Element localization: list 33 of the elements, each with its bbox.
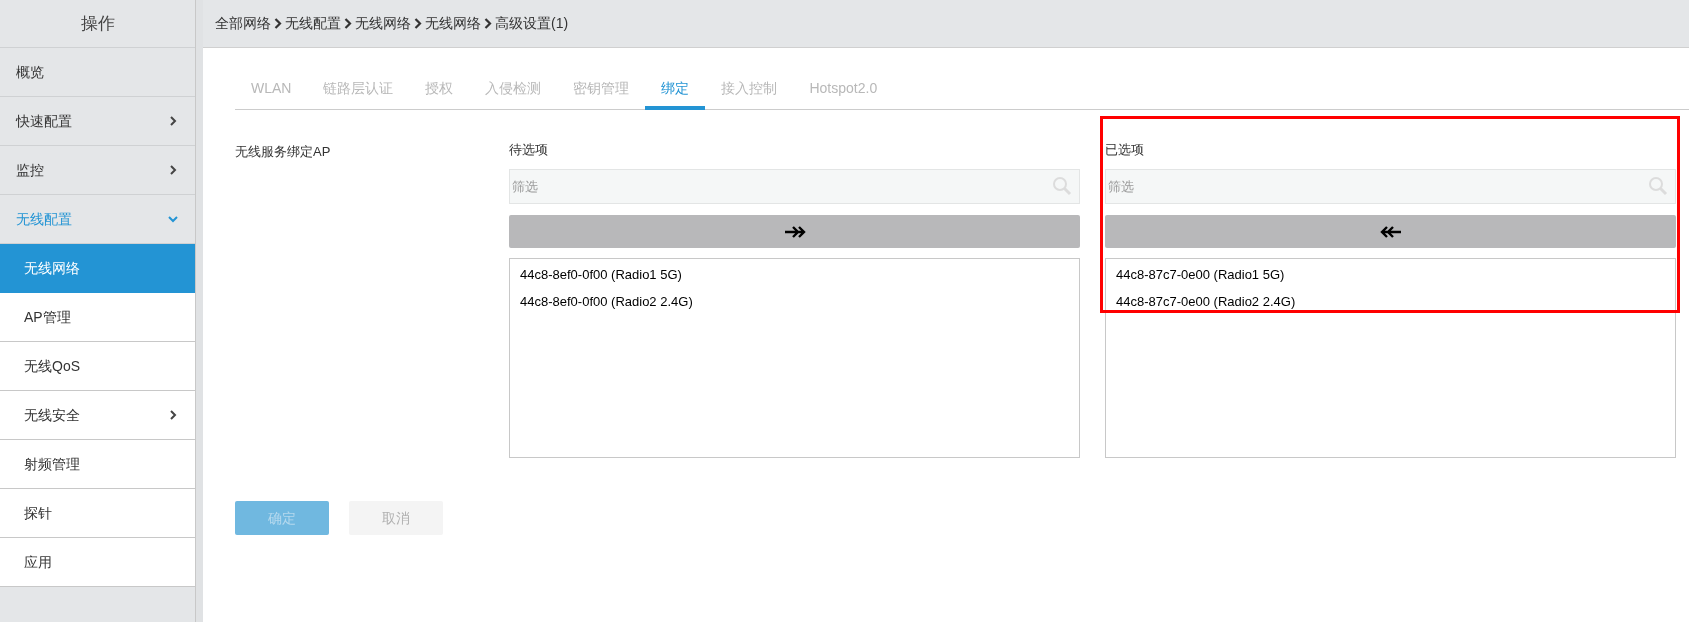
panel-title: 待选项 <box>509 141 549 159</box>
breadcrumb-link[interactable]: 高级设置(1) <box>495 13 569 34</box>
double-arrow-icon <box>782 224 807 239</box>
chevron-right-icon <box>484 18 492 29</box>
sidebar-item[interactable]: 无线安全 <box>0 391 195 440</box>
breadcrumb-link[interactable]: 无线网络 <box>355 13 411 34</box>
tab[interactable]: 绑定 <box>645 70 706 110</box>
form-label: 无线服务绑定AP <box>235 143 332 161</box>
filter-field[interactable]: 筛选 <box>509 169 1080 204</box>
filter-field[interactable]: 筛选 <box>1105 169 1676 204</box>
breadcrumb-link[interactable]: 无线网络 <box>425 13 481 34</box>
sidebar-item[interactable]: 探针 <box>0 489 195 538</box>
list-item[interactable]: 44c8-8ef0-0f00 (Radio1 5G) <box>510 261 1079 288</box>
scrollbar[interactable] <box>195 0 203 622</box>
sidebar-item[interactable]: AP管理 <box>0 293 195 342</box>
chevron-right-icon <box>274 18 282 29</box>
sidebar-item[interactable]: 射频管理 <box>0 440 195 489</box>
sidebar-item[interactable]: 无线QoS <box>0 342 195 391</box>
move-right-button[interactable] <box>509 215 1080 248</box>
list-item[interactable]: 44c8-87c7-0e00 (Radio1 5G) <box>1106 261 1675 288</box>
double-arrow-icon <box>1378 224 1403 239</box>
chevron-right-icon <box>414 18 422 29</box>
move-left-button[interactable] <box>1105 215 1676 248</box>
breadcrumb-link[interactable]: 全部网络 <box>215 13 271 34</box>
chevron-right-icon <box>344 18 352 29</box>
panel-title: 已选项 <box>1105 141 1145 159</box>
search-icon <box>1052 176 1072 196</box>
breadcrumb-link[interactable]: 无线配置 <box>285 13 341 34</box>
sidebar-title: 操作 <box>80 12 115 35</box>
list-item[interactable]: 44c8-8ef0-0f00 (Radio2 2.4G) <box>510 288 1079 315</box>
search-icon <box>1648 176 1668 196</box>
list-item[interactable]: 44c8-87c7-0e00 (Radio2 2.4G) <box>1106 288 1675 315</box>
sidebar-item[interactable]: 应用 <box>0 538 195 587</box>
